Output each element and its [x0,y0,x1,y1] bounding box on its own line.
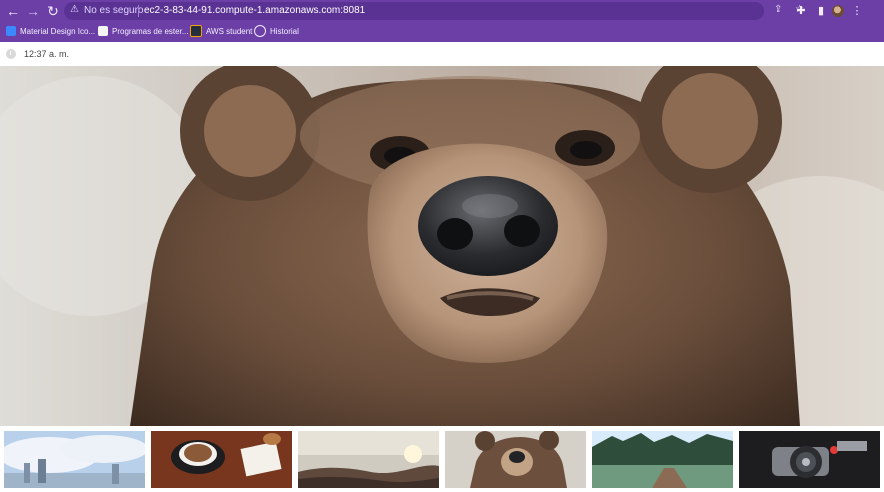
browser-toolbar: ← → ↻ ⚠ No es seguro ec2-3-83-44-91.comp… [0,0,884,22]
forward-arrow-icon[interactable]: → [24,2,42,20]
thumbnail-sunset-hills[interactable] [298,431,439,488]
reload-icon[interactable]: ↻ [44,2,62,20]
bookmark-programas[interactable]: Programas de ester... [98,24,188,38]
time-row: 12:37 a. m. [0,42,884,67]
omnibox-divider [138,5,139,17]
thumbnail-coffee[interactable] [151,431,292,488]
bookmark-aws-student[interactable]: AWS student [190,24,252,38]
clock-icon [6,49,16,59]
history-icon [254,25,266,37]
browser-chrome: ← → ↻ ⚠ No es seguro ec2-3-83-44-91.comp… [0,0,884,42]
toolbar-right-icons: ✚ ▮ ⋮ [792,2,872,20]
thumbnail-city-skyline[interactable] [4,431,145,488]
bookmark-label: Material Design Ico... [20,26,96,36]
bookmarks-bar: Material Design Ico... Programas de este… [0,22,884,40]
url-text[interactable]: ec2-3-83-44-91.compute-1.amazonaws.com:8… [144,5,365,16]
back-arrow-icon[interactable]: ← [4,2,22,20]
thumbnail-strip [4,431,880,489]
extensions-icon[interactable]: ✚ [792,2,810,20]
time-text: 12:37 a. m. [24,49,70,59]
thumbnail-bear[interactable] [445,431,586,488]
bookmark-material-design[interactable]: Material Design Ico... [6,24,95,38]
sidebar-icon[interactable]: ▮ [812,2,830,20]
hero-image [0,66,884,426]
security-label: No es seguro [84,5,144,16]
bookmark-historial[interactable]: Historial [254,24,299,38]
address-bar[interactable]: ⚠ No es seguro ec2-3-83-44-91.compute-1.… [64,2,804,20]
thumbnail-camera[interactable] [739,431,880,488]
bookmark-label: AWS student [206,26,253,36]
bookmark-label: Programas de ester... [112,26,189,36]
share-icon[interactable]: ⇪ [774,4,782,15]
menu-icon[interactable]: ⋮ [848,2,866,20]
warning-icon: ⚠ [70,4,79,15]
thumbnail-lake-pier[interactable] [592,431,733,488]
material-design-icon [6,26,16,36]
bookmark-label: Historial [270,26,299,36]
aws-icon [190,25,202,37]
doc-icon [98,26,108,36]
profile-avatar[interactable] [832,5,844,17]
